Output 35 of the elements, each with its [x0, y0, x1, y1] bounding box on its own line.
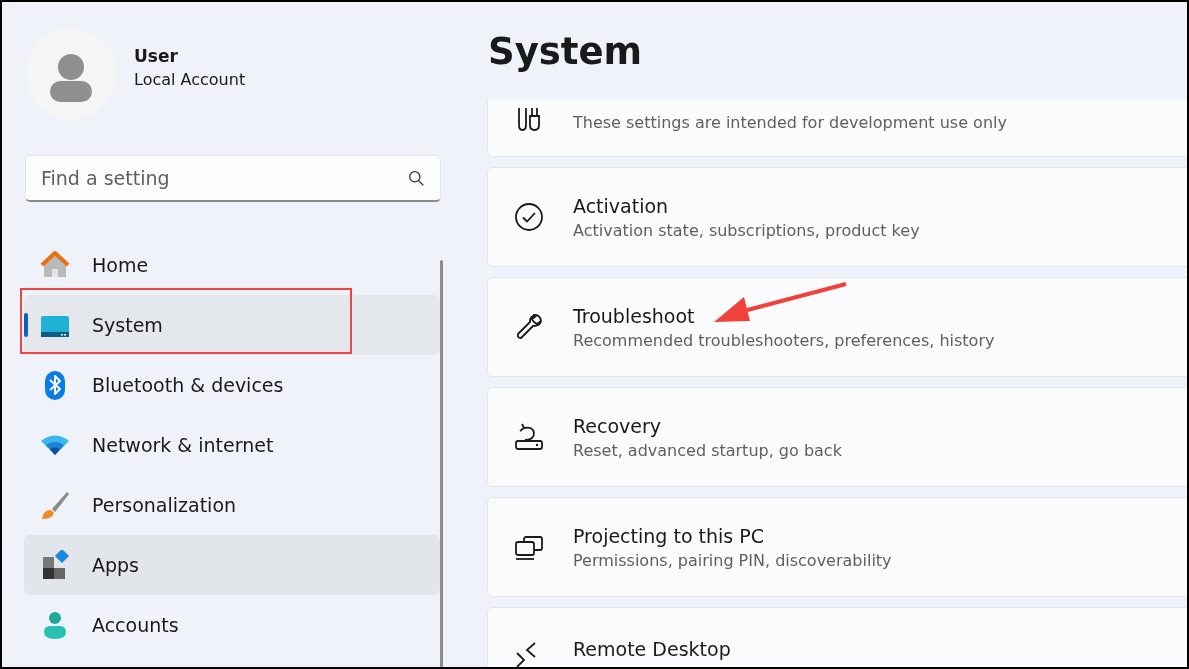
settings-card[interactable]: Remote Desktop — [487, 607, 1187, 667]
scrollbar[interactable] — [440, 260, 443, 667]
card-title: Activation — [573, 194, 670, 217]
settings-card[interactable]: Troubleshoot Recommended troubleshooters, preferences, history — [487, 277, 1187, 377]
settings-card[interactable]: These settings are intended for development use only — [487, 100, 1187, 157]
nav-item[interactable]: Personalization — [24, 475, 440, 535]
nav-item[interactable]: Accounts — [24, 595, 440, 655]
nav-item[interactable]: Bluetooth & devices — [24, 355, 440, 415]
card-description: Permissions, pairing PIN, discoverability — [573, 550, 892, 570]
card-title: Projecting to this PC — [573, 524, 765, 547]
nav-item[interactable]: System — [24, 295, 440, 355]
settings-card[interactable]: Recovery Reset, advanced startup, go back — [487, 387, 1187, 487]
card-description: These settings are intended for development use only — [573, 113, 1007, 132]
card-description: Reset, advanced startup, go back — [573, 440, 842, 460]
card-description: Recommended troubleshooters, preferences, history — [573, 330, 995, 350]
card-title: Remote Desktop — [573, 638, 731, 660]
card-description: Activation state, subscriptions, product key — [573, 220, 920, 240]
checkmark-circle-icon — [513, 201, 545, 233]
settings-card[interactable]: Projecting to this PC Permissions, pairing PIN, discoverability — [487, 497, 1187, 597]
page-title: System — [487, 29, 644, 75]
account-type: Local Account — [134, 69, 246, 89]
search-icon — [408, 170, 425, 187]
account-name: User — [134, 45, 179, 66]
recovery-drive-icon — [513, 421, 545, 453]
nav-item[interactable]: Home — [24, 235, 440, 295]
apps-icon — [40, 550, 70, 580]
card-title: Troubleshoot — [573, 304, 696, 327]
paintbrush-icon — [40, 490, 70, 520]
house-icon — [40, 250, 70, 280]
search-field[interactable]: Find a setting — [25, 155, 441, 202]
nav-item[interactable]: Network & internet — [24, 415, 440, 475]
selection-indicator — [24, 313, 28, 337]
card-title: Recovery — [573, 414, 663, 437]
settings-card[interactable]: Activation Activation state, subscriptions, product key — [487, 167, 1187, 267]
nav-item[interactable]: Apps — [24, 535, 440, 595]
